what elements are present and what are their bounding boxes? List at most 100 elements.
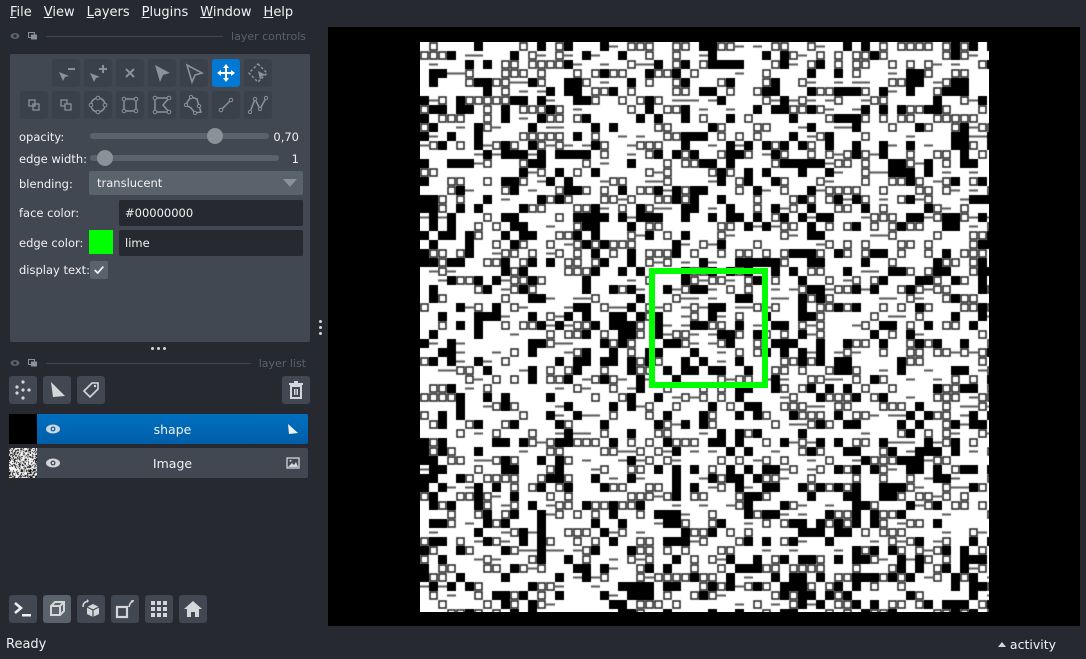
select-vertices-icon — [185, 63, 205, 84]
close-dock-icon[interactable] — [10, 32, 20, 40]
eye-icon[interactable] — [45, 422, 61, 436]
console-button[interactable] — [9, 595, 37, 623]
divider — [46, 35, 224, 37]
polygon-icon — [152, 95, 172, 115]
face-color-input[interactable]: #00000000 — [119, 200, 303, 226]
menu-bar: File View Layers Plugins Window Help — [0, 0, 1086, 24]
edge-color-value: lime — [125, 236, 150, 250]
new-labels-layer-button[interactable] — [77, 376, 105, 404]
viewer-canvas[interactable] — [328, 27, 1080, 626]
rectangle-icon — [121, 96, 139, 114]
edge-color-swatch[interactable] — [89, 230, 113, 254]
edge-width-label: edge width: — [19, 152, 87, 166]
grid-icon — [151, 601, 167, 617]
home-icon — [184, 601, 202, 617]
add-path-button[interactable] — [244, 91, 272, 119]
ndisplay-toggle-button[interactable] — [43, 595, 71, 623]
delete-shape-icon — [125, 68, 135, 78]
transform-button[interactable] — [244, 59, 272, 87]
trash-icon — [289, 381, 303, 399]
grid-mode-button[interactable] — [145, 595, 173, 623]
menu-plugins[interactable]: Plugins — [136, 5, 195, 20]
close-dock-icon[interactable] — [10, 359, 20, 367]
edge-width-slider[interactable] — [90, 150, 279, 166]
remove-points-button[interactable] — [52, 59, 80, 87]
float-dock-icon[interactable] — [28, 359, 38, 367]
transpose-dims-button[interactable] — [111, 595, 139, 623]
activity-button[interactable]: activity — [997, 637, 1056, 652]
cube-3d-icon — [50, 601, 65, 616]
divider — [46, 362, 251, 364]
remove-points-icon — [59, 68, 75, 81]
edge-color-input[interactable]: lime — [119, 230, 303, 256]
chevron-down-icon — [283, 179, 297, 187]
dock-resize-handle[interactable] — [319, 320, 322, 335]
layer-list-header: layer list — [10, 356, 306, 370]
status-text: Ready — [6, 637, 47, 652]
layer-item[interactable]: Image — [37, 448, 308, 478]
roll-dims-button[interactable] — [77, 595, 105, 623]
line-icon — [218, 97, 234, 113]
menu-file[interactable]: File — [4, 5, 38, 20]
add-points-button[interactable] — [84, 59, 112, 87]
shapes-layer-icon — [288, 424, 298, 434]
opacity-slider-handle[interactable] — [207, 128, 224, 144]
pan-zoom-icon — [217, 64, 235, 82]
transpose-icon — [115, 600, 134, 619]
face-color-label: face color: — [19, 206, 80, 220]
float-dock-icon[interactable] — [28, 32, 38, 40]
select-vertices-button[interactable] — [180, 59, 208, 87]
add-line-button[interactable] — [212, 91, 240, 119]
path-icon — [247, 95, 269, 115]
menu-view[interactable]: View — [38, 5, 81, 20]
delete-layer-button[interactable] — [282, 376, 310, 404]
layer-row-shape[interactable]: shape — [9, 414, 308, 444]
move-front-button[interactable] — [52, 91, 80, 119]
blending-label: blending: — [19, 177, 73, 191]
layer-thumbnail — [9, 448, 37, 478]
layer-name: shape — [153, 421, 192, 437]
add-rectangle-button[interactable] — [116, 91, 144, 119]
blending-value: translucent — [97, 176, 163, 190]
menu-window[interactable]: Window — [194, 5, 257, 20]
add-polygon-button[interactable] — [148, 91, 176, 119]
layer-list-title: layer list — [258, 356, 306, 370]
reset-view-button[interactable] — [179, 595, 207, 623]
face-color-value: #00000000 — [125, 206, 194, 220]
add-lasso-button[interactable] — [180, 91, 208, 119]
edge-color-label: edge color: — [19, 236, 84, 250]
menu-layers[interactable]: Layers — [81, 5, 136, 20]
terminal-icon — [14, 602, 31, 617]
blending-dropdown[interactable]: translucent — [89, 171, 303, 195]
transform-icon — [247, 62, 269, 84]
layer-controls-header: layer controls — [10, 29, 306, 43]
image-layer-icon — [286, 457, 300, 469]
lasso-icon — [183, 94, 202, 116]
display-text-checkbox[interactable] — [90, 261, 108, 279]
delete-shape-button[interactable] — [116, 59, 144, 87]
new-shapes-layer-button[interactable] — [43, 376, 71, 404]
add-ellipse-button[interactable] — [84, 91, 112, 119]
ellipse-icon — [88, 95, 108, 115]
opacity-label: opacity: — [19, 130, 65, 144]
select-shapes-button[interactable] — [148, 59, 176, 87]
opacity-value: 0,70 — [273, 130, 299, 144]
points-icon — [15, 380, 31, 400]
chevron-up-icon — [997, 642, 1006, 647]
move-back-icon — [28, 99, 40, 111]
menu-help[interactable]: Help — [258, 5, 300, 20]
roll-cube-icon — [82, 599, 100, 617]
edge-width-slider-handle[interactable] — [96, 150, 113, 166]
layer-item-selected[interactable]: shape — [37, 414, 308, 444]
layer-row-image[interactable]: Image — [9, 448, 308, 478]
pan-zoom-button[interactable] — [212, 59, 240, 87]
checkmark-icon — [94, 266, 104, 275]
opacity-slider[interactable] — [90, 128, 269, 144]
rectangle-shape[interactable] — [649, 268, 768, 388]
move-front-icon — [60, 99, 72, 111]
eye-icon[interactable] — [45, 456, 61, 470]
layer-thumbnail — [9, 414, 37, 444]
new-points-layer-button[interactable] — [9, 376, 37, 404]
move-back-button[interactable] — [20, 91, 48, 119]
splitter-handle[interactable] — [151, 347, 166, 350]
